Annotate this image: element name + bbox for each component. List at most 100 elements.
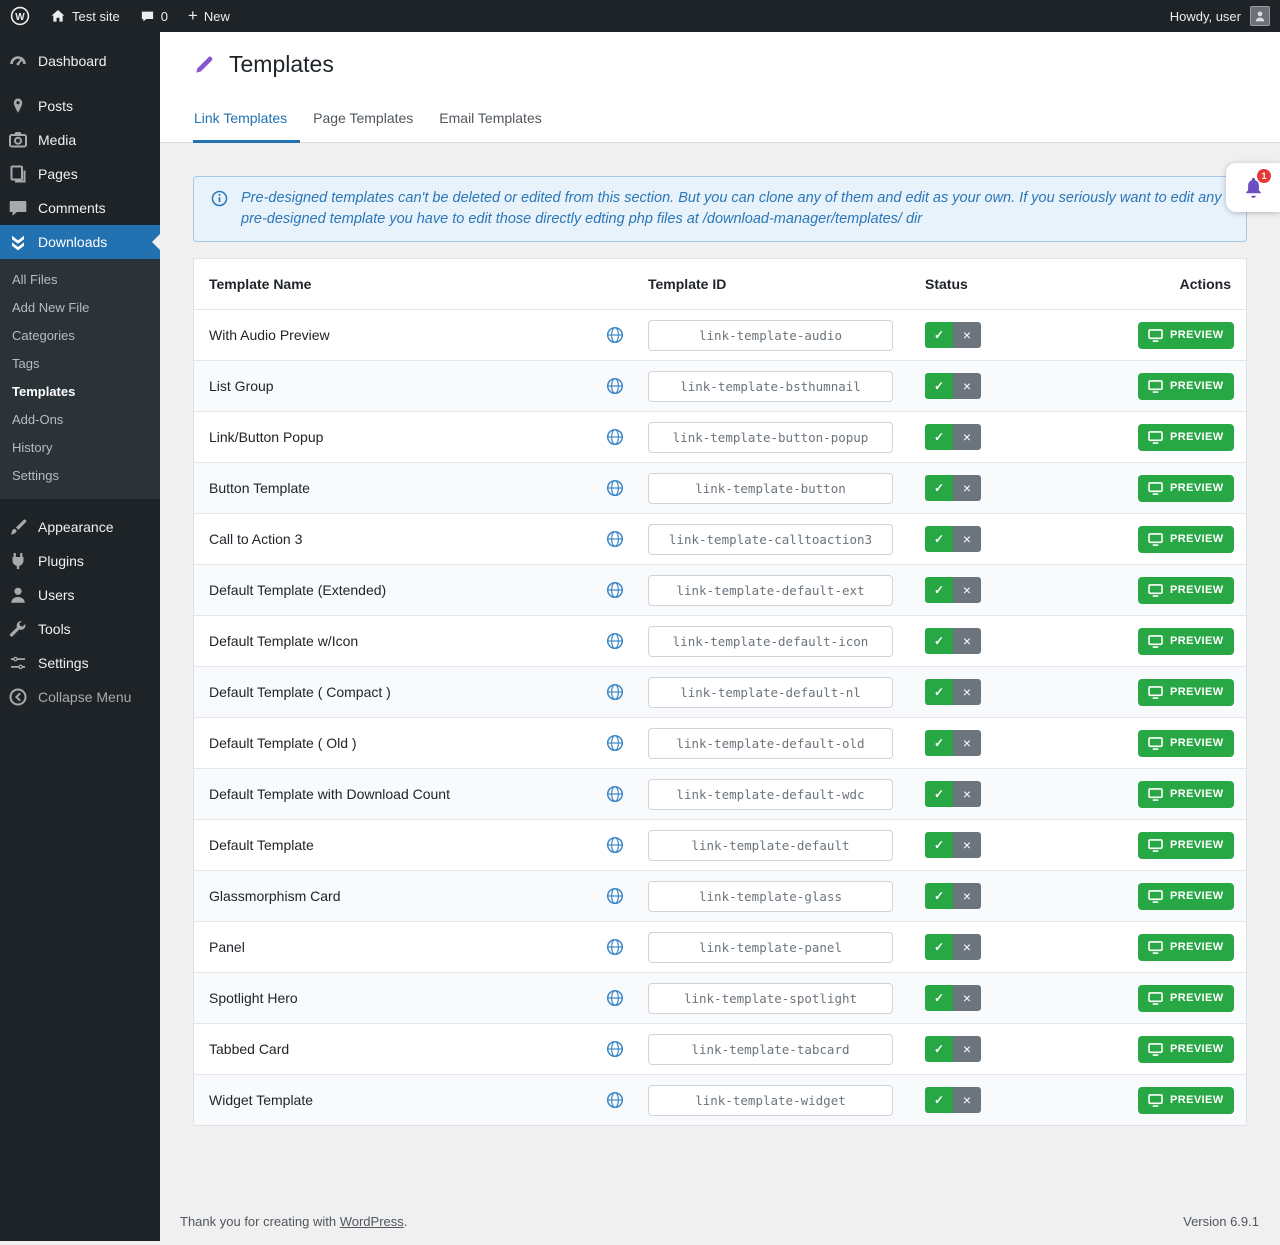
template-id-input[interactable]: [648, 728, 893, 759]
globe-icon[interactable]: [606, 683, 624, 701]
sidebar-subitem-settings[interactable]: Settings: [0, 462, 160, 490]
status-inactive-button[interactable]: ×: [953, 781, 981, 807]
globe-icon[interactable]: [606, 428, 624, 446]
preview-button[interactable]: Preview: [1138, 373, 1234, 400]
template-id-input[interactable]: [648, 779, 893, 810]
sidebar-item-tools[interactable]: Tools: [0, 612, 160, 646]
comments-shortcut[interactable]: 0: [130, 0, 178, 32]
preview-button[interactable]: Preview: [1138, 475, 1234, 502]
account-menu[interactable]: Howdy, user: [1160, 0, 1280, 32]
preview-button[interactable]: Preview: [1138, 730, 1234, 757]
status-active-button[interactable]: ✓: [925, 322, 953, 348]
status-inactive-button[interactable]: ×: [953, 730, 981, 756]
status-inactive-button[interactable]: ×: [953, 424, 981, 450]
preview-button[interactable]: Preview: [1138, 628, 1234, 655]
sidebar-subitem-templates[interactable]: Templates: [0, 378, 160, 406]
template-id-input[interactable]: [648, 473, 893, 504]
sidebar-item-plugins[interactable]: Plugins: [0, 544, 160, 578]
template-id-input[interactable]: [648, 881, 893, 912]
status-active-button[interactable]: ✓: [925, 526, 953, 552]
status-active-button[interactable]: ✓: [925, 1087, 953, 1113]
tab-page-templates[interactable]: Page Templates: [300, 96, 426, 143]
template-id-input[interactable]: [648, 830, 893, 861]
preview-button[interactable]: Preview: [1138, 985, 1234, 1012]
globe-icon[interactable]: [606, 1040, 624, 1058]
sidebar-subitem-categories[interactable]: Categories: [0, 322, 160, 350]
template-id-input[interactable]: [648, 371, 893, 402]
preview-button[interactable]: Preview: [1138, 934, 1234, 961]
sidebar-item-pages[interactable]: Pages: [0, 157, 160, 191]
sidebar-subitem-all-files[interactable]: All Files: [0, 266, 160, 294]
status-active-button[interactable]: ✓: [925, 883, 953, 909]
preview-button[interactable]: Preview: [1138, 679, 1234, 706]
status-active-button[interactable]: ✓: [925, 628, 953, 654]
status-inactive-button[interactable]: ×: [953, 832, 981, 858]
globe-icon[interactable]: [606, 326, 624, 344]
sidebar-subitem-tags[interactable]: Tags: [0, 350, 160, 378]
preview-button[interactable]: Preview: [1138, 526, 1234, 553]
status-active-button[interactable]: ✓: [925, 832, 953, 858]
tab-link-templates[interactable]: Link Templates: [193, 96, 300, 143]
status-inactive-button[interactable]: ×: [953, 1036, 981, 1062]
globe-icon[interactable]: [606, 836, 624, 854]
status-inactive-button[interactable]: ×: [953, 985, 981, 1011]
template-id-input[interactable]: [648, 677, 893, 708]
globe-icon[interactable]: [606, 989, 624, 1007]
status-active-button[interactable]: ✓: [925, 577, 953, 603]
template-id-input[interactable]: [648, 1034, 893, 1065]
template-id-input[interactable]: [648, 983, 893, 1014]
status-inactive-button[interactable]: ×: [953, 322, 981, 348]
preview-button[interactable]: Preview: [1138, 781, 1234, 808]
preview-button[interactable]: Preview: [1138, 883, 1234, 910]
status-inactive-button[interactable]: ×: [953, 373, 981, 399]
globe-icon[interactable]: [606, 530, 624, 548]
preview-button[interactable]: Preview: [1138, 322, 1234, 349]
template-id-input[interactable]: [648, 575, 893, 606]
preview-button[interactable]: Preview: [1138, 1087, 1234, 1114]
status-active-button[interactable]: ✓: [925, 985, 953, 1011]
site-name-link[interactable]: Test site: [40, 0, 130, 32]
template-id-input[interactable]: [648, 422, 893, 453]
status-active-button[interactable]: ✓: [925, 934, 953, 960]
sidebar-subitem-add-new-file[interactable]: Add New File: [0, 294, 160, 322]
globe-icon[interactable]: [606, 479, 624, 497]
collapse-menu-button[interactable]: Collapse Menu: [0, 680, 160, 714]
status-active-button[interactable]: ✓: [925, 781, 953, 807]
tab-email-templates[interactable]: Email Templates: [426, 96, 554, 143]
globe-icon[interactable]: [606, 1091, 624, 1109]
globe-icon[interactable]: [606, 632, 624, 650]
globe-icon[interactable]: [606, 887, 624, 905]
sidebar-item-settings[interactable]: Settings: [0, 646, 160, 680]
sidebar-item-users[interactable]: Users: [0, 578, 160, 612]
sidebar-subitem-add-ons[interactable]: Add-Ons: [0, 406, 160, 434]
template-id-input[interactable]: [648, 626, 893, 657]
sidebar-item-downloads[interactable]: Downloads: [0, 225, 160, 259]
status-inactive-button[interactable]: ×: [953, 934, 981, 960]
sidebar-item-dashboard[interactable]: Dashboard: [0, 44, 160, 78]
preview-button[interactable]: Preview: [1138, 424, 1234, 451]
status-inactive-button[interactable]: ×: [953, 883, 981, 909]
sidebar-item-appearance[interactable]: Appearance: [0, 510, 160, 544]
globe-icon[interactable]: [606, 581, 624, 599]
status-inactive-button[interactable]: ×: [953, 577, 981, 603]
sidebar-item-posts[interactable]: Posts: [0, 89, 160, 123]
wordpress-link[interactable]: WordPress: [340, 1214, 404, 1229]
wordpress-logo-icon[interactable]: W: [0, 0, 40, 32]
globe-icon[interactable]: [606, 734, 624, 752]
status-active-button[interactable]: ✓: [925, 679, 953, 705]
status-inactive-button[interactable]: ×: [953, 475, 981, 501]
new-button[interactable]: + New: [178, 0, 240, 32]
notifications-widget[interactable]: 1: [1226, 163, 1280, 212]
status-active-button[interactable]: ✓: [925, 1036, 953, 1062]
status-inactive-button[interactable]: ×: [953, 1087, 981, 1113]
globe-icon[interactable]: [606, 785, 624, 803]
status-active-button[interactable]: ✓: [925, 424, 953, 450]
globe-icon[interactable]: [606, 377, 624, 395]
sidebar-subitem-history[interactable]: History: [0, 434, 160, 462]
sidebar-item-media[interactable]: Media: [0, 123, 160, 157]
template-id-input[interactable]: [648, 932, 893, 963]
status-active-button[interactable]: ✓: [925, 373, 953, 399]
template-id-input[interactable]: [648, 1085, 893, 1116]
template-id-input[interactable]: [648, 524, 893, 555]
status-inactive-button[interactable]: ×: [953, 526, 981, 552]
